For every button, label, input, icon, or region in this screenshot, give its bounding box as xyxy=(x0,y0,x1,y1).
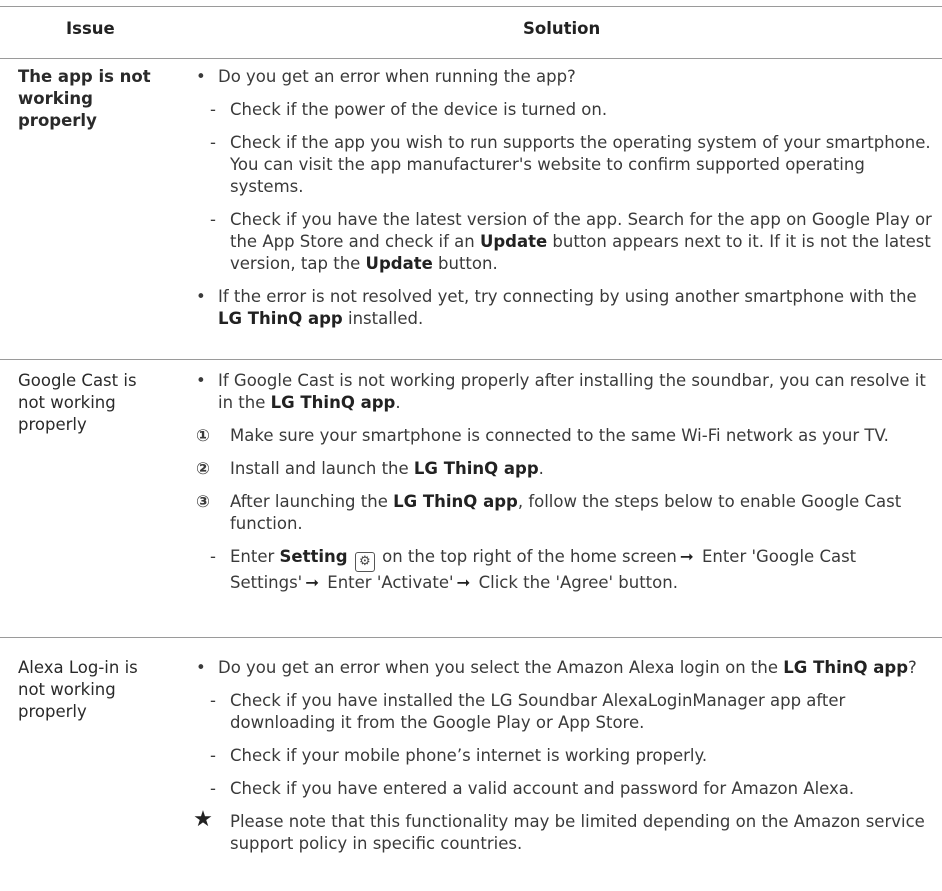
dash-mark: - xyxy=(210,100,216,119)
item-text: ? xyxy=(908,658,917,677)
app-name: LG ThinQ app xyxy=(783,658,908,677)
gear-icon: ⚙ xyxy=(354,552,375,572)
list-item: - Check if your mobile phone’s internet … xyxy=(190,745,932,767)
list-item: • If Google Cast is not working properly… xyxy=(190,370,932,414)
item-text: on the top right of the home screen xyxy=(376,547,677,566)
item-text: Install and launch the xyxy=(230,459,414,478)
item-text: Check if the app you wish to run support… xyxy=(230,133,931,196)
list-item: ① Make sure your smartphone is connected… xyxy=(190,425,932,447)
step-number: ③ xyxy=(196,492,210,511)
list-item: - Check if you have installed the LG Sou… xyxy=(190,690,932,734)
dash-mark: - xyxy=(210,746,216,765)
dash-mark: - xyxy=(210,210,216,229)
item-text: . xyxy=(538,459,544,478)
setting-label: Setting xyxy=(279,547,348,566)
solution-google-cast: • If Google Cast is not working properly… xyxy=(190,370,932,605)
app-name: LG ThinQ app xyxy=(270,393,396,412)
dash-mark: - xyxy=(210,779,216,798)
row-rule xyxy=(0,637,942,638)
table-top-rule xyxy=(0,6,942,7)
list-item: - Check if the app you wish to run suppo… xyxy=(190,132,932,198)
item-text: Do you get an error when you select the … xyxy=(218,658,784,677)
solution-app-not-working: • Do you get an error when running the a… xyxy=(190,66,932,341)
item-text: After launching the xyxy=(230,492,394,511)
list-item: • If the error is not resolved yet, try … xyxy=(190,286,932,330)
list-item: - Check if you have entered a valid acco… xyxy=(190,778,932,800)
header-rule xyxy=(0,58,942,59)
update-label: Update xyxy=(479,232,548,251)
item-text: If the error is not resolved yet, try co… xyxy=(218,287,917,306)
item-text: Check if you have entered a valid accoun… xyxy=(230,779,855,798)
app-name: LG ThinQ app xyxy=(393,492,518,511)
column-header-issue: Issue xyxy=(66,19,115,38)
list-item: - Check if you have the latest version o… xyxy=(190,209,932,275)
dash-mark: - xyxy=(210,133,216,152)
issue-app-not-working: The app is not working properly xyxy=(18,67,151,130)
item-text: Please note that this functionality may … xyxy=(230,812,925,853)
row-rule xyxy=(0,359,942,360)
item-text: Check if your mobile phone’s internet is… xyxy=(230,746,708,765)
note-item: ★ Please note that this functionality ma… xyxy=(190,807,932,855)
item-text: Enter xyxy=(230,547,280,566)
bullet-mark: • xyxy=(196,371,206,390)
arrow-right-icon: ➞ xyxy=(456,573,471,592)
item-text: button. xyxy=(432,254,498,273)
bullet-mark: • xyxy=(196,67,206,86)
dash-mark: - xyxy=(210,691,216,710)
item-text: Enter 'Activate' xyxy=(322,573,454,592)
arrow-right-icon: ➞ xyxy=(679,547,694,566)
item-text: . xyxy=(395,393,401,412)
list-item: • Do you get an error when you select th… xyxy=(190,657,932,679)
item-text: Click the 'Agree' button. xyxy=(473,573,678,592)
issue-alexa-login: Alexa Log-in is not working properly xyxy=(18,658,138,721)
step-number: ① xyxy=(196,426,210,445)
item-text: Make sure your smartphone is connected t… xyxy=(230,426,889,445)
app-name: LG ThinQ app xyxy=(413,459,539,478)
list-item: ③ After launching the LG ThinQ app, foll… xyxy=(190,491,932,535)
star-icon: ★ xyxy=(193,807,213,832)
item-text: Check if the power of the device is turn… xyxy=(230,100,608,119)
app-name: LG ThinQ app xyxy=(218,309,343,328)
list-item: - Enter Setting ⚙ on the top right of th… xyxy=(190,546,932,594)
arrow-right-icon: ➞ xyxy=(305,573,320,592)
bullet-mark: • xyxy=(196,658,206,677)
item-text: Do you get an error when running the app… xyxy=(218,67,576,86)
item-text: Check if you have installed the LG Sound… xyxy=(230,691,846,732)
item-text: installed. xyxy=(342,309,424,328)
list-item: - Check if the power of the device is tu… xyxy=(190,99,932,121)
solution-alexa-login: • Do you get an error when you select th… xyxy=(190,657,932,866)
column-header-solution: Solution xyxy=(523,19,601,38)
dash-mark: - xyxy=(210,547,216,566)
list-item: • Do you get an error when running the a… xyxy=(190,66,932,88)
issue-google-cast: Google Cast is not working properly xyxy=(18,371,137,434)
list-item: ② Install and launch the LG ThinQ app. xyxy=(190,458,932,480)
update-label: Update xyxy=(365,254,433,273)
step-number: ② xyxy=(196,459,210,478)
bullet-mark: • xyxy=(196,287,206,306)
